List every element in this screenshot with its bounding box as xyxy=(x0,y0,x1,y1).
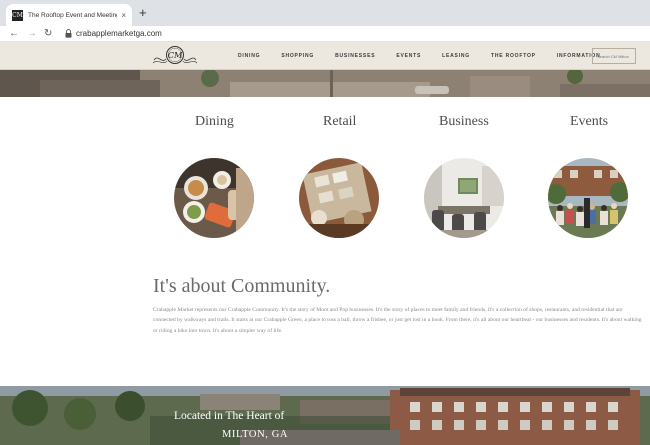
nav-dining[interactable]: DINING xyxy=(238,53,260,59)
reload-button[interactable]: ↻ xyxy=(44,27,52,40)
community-heading: It's about Community. xyxy=(153,275,331,297)
nav-shopping[interactable]: SHOPPING xyxy=(281,53,314,59)
community-description: Crabapple Market represents our Crabappl… xyxy=(153,307,642,334)
search-input[interactable] xyxy=(592,48,636,64)
tab-title: The Rooftop Event and Meeting Sp xyxy=(28,11,117,19)
location-tagline: Located in The Heart of xyxy=(174,410,285,422)
site-header: CM DINING SHOPPING BUSINESSES EVENTS LEA… xyxy=(0,42,650,70)
lock-icon xyxy=(65,29,72,38)
business-photo[interactable] xyxy=(424,158,504,238)
browser-toolbar: ← → ↻ crabapplemarketga.com xyxy=(0,26,650,42)
category-title-events[interactable]: Events xyxy=(570,114,608,130)
retail-photo[interactable] xyxy=(299,158,379,238)
nav-businesses[interactable]: BUSINESSES xyxy=(335,53,375,59)
site-logo[interactable]: CM xyxy=(152,44,198,68)
dining-photo[interactable] xyxy=(174,158,254,238)
hero-banner-image xyxy=(0,70,650,97)
events-photo[interactable] xyxy=(548,158,628,238)
nav-the-rooftop[interactable]: THE ROOFTOP xyxy=(491,53,536,59)
forward-button[interactable]: → xyxy=(27,27,37,40)
category-title-dining[interactable]: Dining xyxy=(195,114,234,130)
category-title-retail[interactable]: Retail xyxy=(323,114,356,130)
browser-tab[interactable]: CM The Rooftop Event and Meeting Sp × xyxy=(6,4,132,26)
browser-tabstrip: CM The Rooftop Event and Meeting Sp × + xyxy=(0,0,650,26)
nav-leasing[interactable]: LEASING xyxy=(442,53,470,59)
site-favicon-icon: CM xyxy=(12,9,23,21)
location-city: MILTON, GA xyxy=(222,429,289,440)
new-tab-button[interactable]: + xyxy=(139,5,147,21)
category-title-business[interactable]: Business xyxy=(439,114,489,130)
nav-events[interactable]: EVENTS xyxy=(396,53,421,59)
back-button[interactable]: ← xyxy=(9,27,19,40)
main-nav: DINING SHOPPING BUSINESSES EVENTS LEASIN… xyxy=(238,42,622,70)
logo-monogram: CM xyxy=(168,51,183,60)
close-tab-icon[interactable]: × xyxy=(121,11,126,20)
milton-aerial-image xyxy=(0,386,650,445)
address-bar[interactable]: crabapplemarketga.com xyxy=(76,28,162,40)
